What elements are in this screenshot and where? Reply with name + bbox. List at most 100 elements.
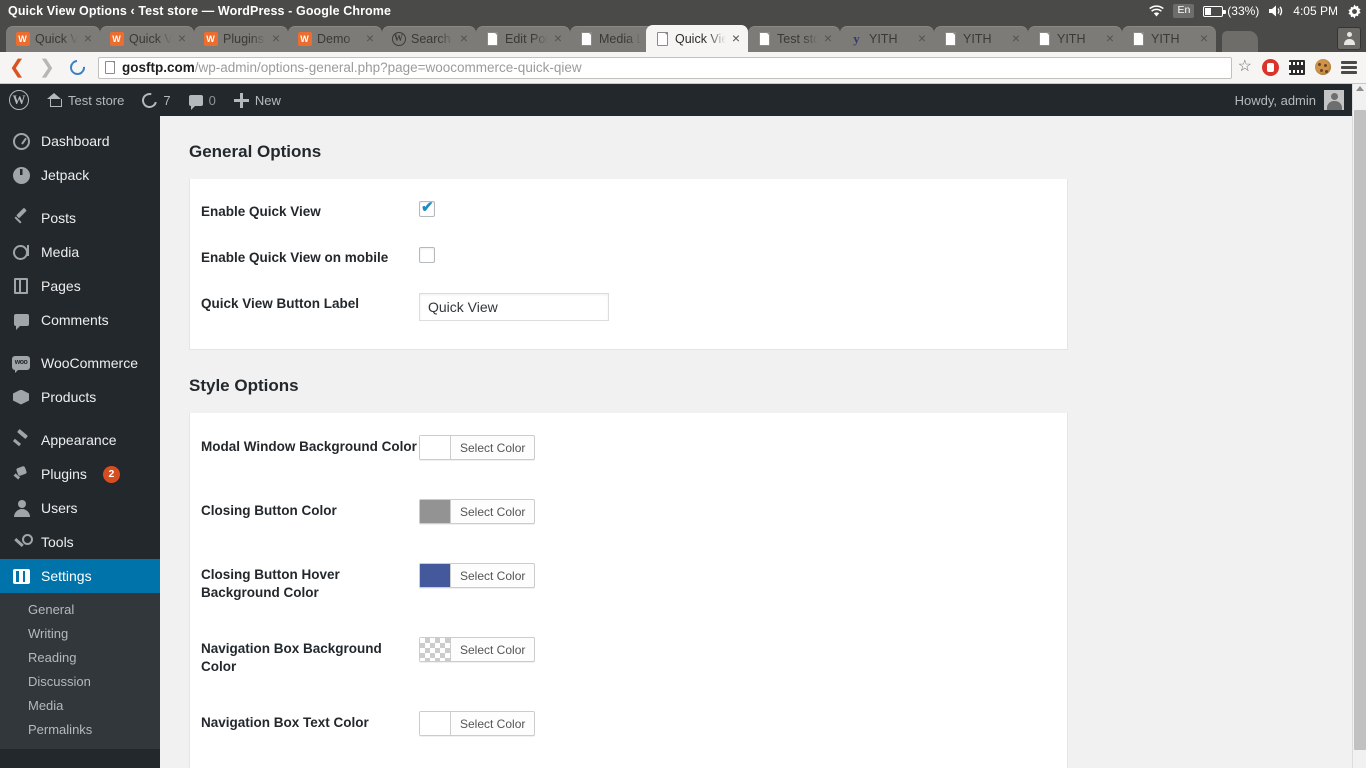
row-label: Navigation Box Text Color bbox=[201, 715, 369, 730]
keyboard-language-indicator[interactable]: En bbox=[1173, 4, 1195, 18]
close-icon[interactable]: × bbox=[80, 31, 96, 47]
browser-tab[interactable]: YITH × bbox=[1122, 26, 1216, 52]
gear-icon[interactable] bbox=[1347, 3, 1362, 19]
close-icon[interactable]: × bbox=[550, 31, 566, 47]
tab-favicon: W bbox=[297, 32, 312, 47]
admin-bar-comments[interactable]: 0 bbox=[180, 84, 225, 116]
sidebar-item-jetpack[interactable]: Jetpack bbox=[0, 158, 160, 192]
sidebar-item-users[interactable]: Users bbox=[0, 491, 160, 525]
star-icon[interactable]: ☆ bbox=[1238, 59, 1252, 75]
sidebar-separator bbox=[0, 192, 160, 201]
clock[interactable]: 4:05 PM bbox=[1293, 4, 1338, 18]
address-bar[interactable]: gosftp.com /wp-admin/options-general.php… bbox=[98, 56, 1232, 79]
close-icon[interactable]: × bbox=[456, 31, 472, 47]
sidebar-item-dashboard[interactable]: Dashboard bbox=[0, 124, 160, 158]
modal-window-background-color-picker[interactable]: Select Color bbox=[419, 435, 536, 460]
users-icon bbox=[11, 498, 31, 518]
admin-bar-updates[interactable]: 7 bbox=[133, 84, 179, 116]
page-scrollbar[interactable] bbox=[1352, 84, 1366, 768]
close-icon[interactable]: × bbox=[728, 30, 744, 47]
closing-button-color-picker[interactable]: Select Color bbox=[419, 499, 536, 524]
row-closing-button-color: Closing Button Color Select Color bbox=[190, 464, 1067, 528]
submenu-item-permalinks[interactable]: Permalinks bbox=[0, 717, 160, 741]
sidebar-item-products[interactable]: Products bbox=[0, 380, 160, 414]
admin-bar-site-name[interactable]: Test store bbox=[38, 84, 133, 116]
browser-tab[interactable]: YITH × bbox=[1028, 26, 1122, 52]
sidebar-item-label: Pages bbox=[41, 278, 81, 294]
select-color-label: Select Color bbox=[460, 642, 526, 657]
row-quick-view-button-label: Quick View Button Label bbox=[190, 267, 1067, 349]
enable-quick-view-checkbox[interactable] bbox=[419, 199, 435, 217]
browser-tab[interactable]: W Quick View Options ‹ Test store× bbox=[6, 26, 100, 52]
color-swatch bbox=[420, 712, 451, 735]
wp-admin-bar: W Test store 7 0 New Howdy, admin bbox=[0, 84, 1352, 116]
browser-tab[interactable]: W Demo × bbox=[288, 26, 382, 52]
sidebar-item-label: Plugins bbox=[41, 466, 87, 482]
close-icon[interactable]: × bbox=[1008, 31, 1024, 47]
close-icon[interactable]: × bbox=[914, 31, 930, 47]
submenu-item-reading[interactable]: Reading bbox=[0, 645, 160, 669]
sidebar-item-appearance[interactable]: Appearance bbox=[0, 423, 160, 457]
closing-button-hover-background-color-picker[interactable]: Select Color bbox=[419, 563, 536, 588]
dashboard-icon bbox=[11, 131, 31, 151]
navigation-box-background-color-picker[interactable]: Select Color bbox=[419, 637, 536, 662]
home-icon bbox=[47, 93, 62, 107]
tab-favicon bbox=[1131, 32, 1146, 47]
row-enable-quick-view: Enable Quick View bbox=[190, 179, 1067, 221]
browser-tab[interactable]: Edit Post× bbox=[476, 26, 570, 52]
sidebar-item-pages[interactable]: Pages bbox=[0, 269, 160, 303]
close-icon[interactable]: × bbox=[820, 31, 836, 47]
submenu-item-writing[interactable]: Writing bbox=[0, 621, 160, 645]
new-tab-button[interactable] bbox=[1222, 31, 1258, 52]
close-icon[interactable]: × bbox=[362, 31, 378, 47]
adblock-icon[interactable] bbox=[1262, 58, 1279, 76]
wifi-icon[interactable] bbox=[1149, 4, 1165, 18]
submenu-item-media[interactable]: Media bbox=[0, 693, 160, 717]
browser-tab[interactable]: YITH × bbox=[934, 26, 1028, 52]
sidebar-item-media[interactable]: Media bbox=[0, 235, 160, 269]
battery-icon bbox=[1203, 5, 1226, 17]
volume-icon[interactable] bbox=[1268, 4, 1284, 18]
sidebar-item-comments[interactable]: Comments bbox=[0, 303, 160, 337]
battery-indicator[interactable]: (33%) bbox=[1203, 4, 1259, 18]
comments-icon bbox=[11, 310, 31, 330]
sidebar-item-settings[interactable]: Settings bbox=[0, 559, 160, 593]
quick-view-button-label-input[interactable] bbox=[419, 293, 609, 321]
submenu-item-general[interactable]: General bbox=[0, 597, 160, 621]
browser-tab[interactable]: y YITH × bbox=[840, 26, 934, 52]
browser-tab[interactable]: W Search results× bbox=[382, 26, 476, 52]
tab-favicon bbox=[655, 31, 670, 46]
scroll-up-arrow-icon[interactable] bbox=[1356, 86, 1364, 91]
browser-tab[interactable]: W Plugins ‹ Test store× bbox=[194, 26, 288, 52]
cookie-icon[interactable] bbox=[1315, 59, 1331, 76]
hamburger-menu-icon[interactable] bbox=[1341, 59, 1357, 77]
back-button[interactable]: ❮ bbox=[4, 55, 30, 81]
admin-bar-new[interactable]: New bbox=[225, 84, 290, 116]
sidebar-item-posts[interactable]: Posts bbox=[0, 201, 160, 235]
reload-button[interactable] bbox=[64, 55, 90, 81]
row-label: Closing Button Color bbox=[201, 503, 337, 518]
forward-button[interactable]: ❯ bbox=[34, 55, 60, 81]
products-box-icon bbox=[11, 387, 31, 407]
admin-bar-wp-logo[interactable]: W bbox=[0, 84, 38, 116]
sidebar-item-plugins[interactable]: Plugins 2 bbox=[0, 457, 160, 491]
browser-tab[interactable]: Quick View Options× bbox=[646, 25, 748, 52]
navigation-box-text-color-picker[interactable]: Select Color bbox=[419, 711, 536, 736]
admin-bar-account[interactable]: Howdy, admin bbox=[1235, 84, 1352, 116]
browser-tab[interactable]: Test store× bbox=[748, 26, 840, 52]
profile-avatar-button[interactable] bbox=[1337, 27, 1361, 50]
submenu-item-discussion[interactable]: Discussion bbox=[0, 669, 160, 693]
close-icon[interactable]: × bbox=[1196, 31, 1212, 47]
scrollbar-thumb[interactable] bbox=[1354, 110, 1366, 750]
sidebar-item-tools[interactable]: Tools bbox=[0, 525, 160, 559]
close-icon[interactable]: × bbox=[1102, 31, 1118, 47]
sidebar-separator bbox=[0, 337, 160, 346]
plus-icon bbox=[233, 92, 249, 108]
close-icon[interactable]: × bbox=[174, 31, 190, 47]
browser-tab[interactable]: W Quick View Options ‹ Test store× bbox=[100, 26, 194, 52]
close-icon[interactable]: × bbox=[268, 31, 284, 47]
sidebar-item-woocommerce[interactable]: woo WooCommerce bbox=[0, 346, 160, 380]
film-icon[interactable] bbox=[1289, 59, 1305, 75]
enable-quick-view-mobile-checkbox[interactable] bbox=[419, 247, 435, 263]
browser-toolbar: ❮ ❯ gosftp.com /wp-admin/options-general… bbox=[0, 52, 1366, 84]
